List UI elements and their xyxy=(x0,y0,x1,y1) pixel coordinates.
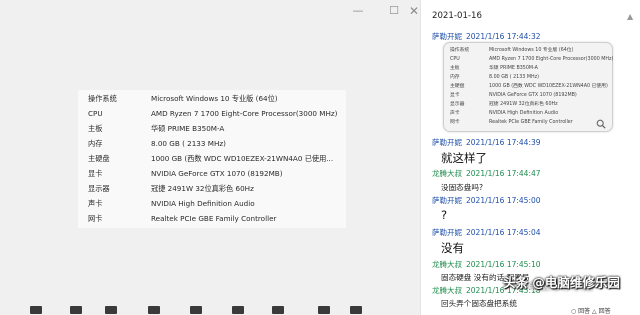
thumbnail-value: Microsoft Windows 10 专业版 (64位) xyxy=(489,48,574,53)
message-time: 2021/1/16 17:44:32 xyxy=(466,32,541,41)
thumbnail-key: 显卡 xyxy=(450,93,460,98)
maximize-icon[interactable]: ☐ xyxy=(386,3,402,19)
image-thumbnail[interactable]: 操作系统 Microsoft Windows 10 专业版 (64位) CPU AM… xyxy=(443,42,613,132)
thumbnail-row: CPU AMD Ryzen 7 1700 Eight-Core Processor… xyxy=(444,55,614,64)
thumbnail-key: 声卡 xyxy=(450,111,460,116)
chat-footer-actions[interactable]: ○ 回答 △ 回答 xyxy=(571,306,611,315)
sender-name[interactable]: 龙腾大叔 xyxy=(432,286,462,295)
hardware-info-panel: 操作系统 Microsoft Windows 10 专业版 (64位) CPU … xyxy=(78,90,346,228)
thumbnail-value: 冠捷 2491W 32位真彩色 60Hz xyxy=(489,102,558,107)
chat-date: 2021-01-16 xyxy=(432,11,482,21)
system-info-window: — ☐ ✕ 操作系统 Microsoft Windows 10 专业版 (64位… xyxy=(0,0,420,315)
sender-name[interactable]: 龙腾大叔 xyxy=(432,169,462,178)
thumbnail-key: CPU xyxy=(450,57,460,62)
toolbar-icon[interactable] xyxy=(190,306,202,314)
message-header: 萨勒开妮 2021/1/16 17:44:39 xyxy=(432,137,541,148)
sender-name[interactable]: 萨勒开妮 xyxy=(432,228,462,237)
bottom-toolbar xyxy=(0,304,420,315)
toolbar-icon[interactable] xyxy=(232,306,244,314)
toolbar-icon[interactable] xyxy=(350,306,362,314)
sender-name[interactable]: 龙腾大叔 xyxy=(432,260,462,269)
thumbnail-value: AMD Ryzen 7 1700 Eight-Core Processor(30… xyxy=(489,57,614,62)
thumbnail-row: 内存 8.00 GB ( 2133 MHz) xyxy=(444,73,612,82)
toolbar-icon[interactable] xyxy=(318,306,330,314)
thumbnail-key: 主硬盘 xyxy=(450,84,465,89)
toolbar-icon[interactable] xyxy=(30,306,42,314)
thumbnail-key: 内存 xyxy=(450,75,460,80)
message-time: 2021/1/16 17:45:04 xyxy=(466,228,541,237)
thumbnail-value: 华硕 PRIME B350M-A xyxy=(489,66,538,71)
toolbar-icon[interactable] xyxy=(70,306,82,314)
scroll-up-icon[interactable]: ▲ xyxy=(627,12,637,26)
sender-name[interactable]: 萨勒开妮 xyxy=(432,32,462,41)
info-row: 网卡 Realtek PCIe GBE Family Controller xyxy=(78,210,346,227)
info-key: 网卡 xyxy=(88,214,103,223)
thumbnail-row: 主板 华硕 PRIME B350M-A xyxy=(444,64,612,73)
thumbnail-row: 操作系统 Microsoft Windows 10 专业版 (64位) xyxy=(444,46,612,55)
thumbnail-row: 显卡 NVIDIA GeForce GTX 1070 (8192MB) xyxy=(444,91,612,100)
thumbnail-key: 主板 xyxy=(450,66,460,71)
thumbnail-value: 1000 GB (西数 WDC WD10EZEX-21WN4A0 已使用) xyxy=(489,84,608,89)
message-text: ? xyxy=(441,208,448,222)
thumbnail-row: 声卡 NVIDIA High Definition Audio xyxy=(444,109,612,118)
thumbnail-key: 操作系统 xyxy=(450,48,470,53)
zoom-icon[interactable] xyxy=(596,119,606,129)
toolbar-icon[interactable] xyxy=(148,306,160,314)
toolbar-icon[interactable] xyxy=(105,306,117,314)
info-value: Realtek PCIe GBE Family Controller xyxy=(151,214,277,223)
titlebar: — ☐ ✕ xyxy=(0,0,420,22)
message-time: 2021/1/16 17:44:39 xyxy=(466,138,541,147)
message-header: 龙腾大叔 2021/1/16 17:44:47 xyxy=(432,168,541,179)
thumbnail-value: NVIDIA High Definition Audio xyxy=(489,111,559,116)
toolbar-icon[interactable] xyxy=(272,306,284,314)
minimize-icon[interactable]: — xyxy=(350,3,366,19)
message-time: 2021/1/16 17:45:00 xyxy=(466,196,541,205)
message-header: 萨勒开妮 2021/1/16 17:44:32 xyxy=(432,31,541,42)
message-text: 没固态盘吗? xyxy=(441,183,483,192)
sender-name[interactable]: 萨勒开妮 xyxy=(432,138,462,147)
thumbnail-row: 网卡 Realtek PCIe GBE Family Controller xyxy=(444,118,612,127)
message-time: 2021/1/16 17:45:10 xyxy=(466,260,541,269)
message-header: 龙腾大叔 2021/1/16 17:45:10 xyxy=(432,259,541,270)
message-time: 2021/1/16 17:44:47 xyxy=(466,169,541,178)
message-text: 回头弄个固态盘把系统 xyxy=(441,299,517,308)
sender-name[interactable]: 萨勒开妮 xyxy=(432,196,462,205)
message-text: 没有 xyxy=(441,241,464,255)
message-header: 萨勒开妮 2021/1/16 17:45:04 xyxy=(432,227,541,238)
thumbnail-value: 8.00 GB ( 2133 MHz) xyxy=(489,75,540,80)
thumbnail-row: 显示器 冠捷 2491W 32位真彩色 60Hz xyxy=(444,100,612,109)
message-text: 就这样了 xyxy=(441,151,487,165)
thumbnail-row: 主硬盘 1000 GB (西数 WDC WD10EZEX-21WN4A0 已使用) xyxy=(444,82,612,91)
thumbnail-value: NVIDIA GeForce GTX 1070 (8192MB) xyxy=(489,93,577,98)
chat-history-panel: 2021-01-16 ▲ 萨勒开妮 2021/1/16 17:44:32 操作系统… xyxy=(421,0,640,315)
thumbnail-value: Realtek PCIe GBE Family Controller xyxy=(489,120,573,125)
watermark: 头条 @电脑维修乐园 xyxy=(503,275,620,290)
message-header: 萨勒开妮 2021/1/16 17:45:00 xyxy=(432,195,541,206)
thumbnail-key: 显示器 xyxy=(450,102,465,107)
thumbnail-key: 网卡 xyxy=(450,120,460,125)
